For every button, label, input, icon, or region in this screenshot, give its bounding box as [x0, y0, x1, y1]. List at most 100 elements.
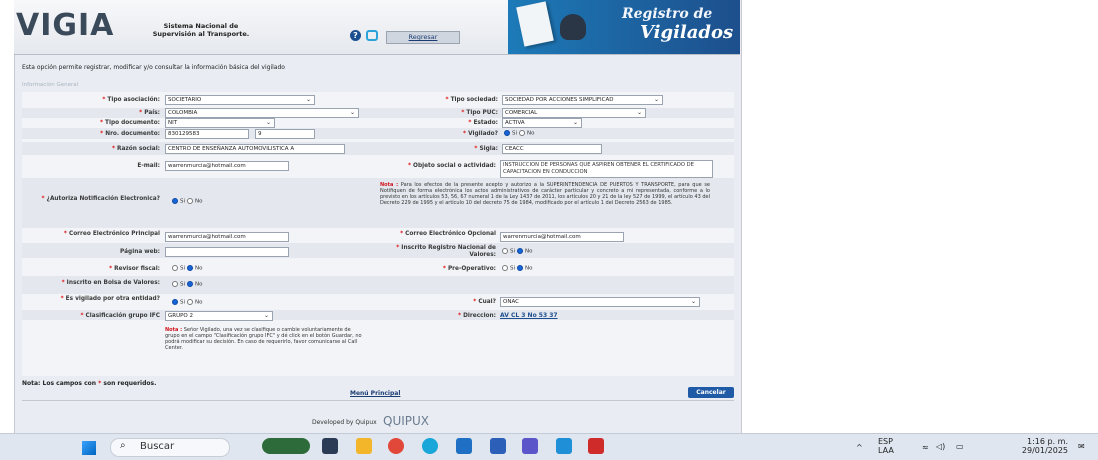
pre-operativo-radio-group: Si No	[500, 265, 533, 272]
vigilado-otra-label: * Es vigilado por otra entidad?	[60, 296, 160, 302]
digito-verificacion-input[interactable]: 9	[255, 129, 315, 139]
divider	[22, 400, 734, 401]
vigilado-si-radio[interactable]	[504, 130, 510, 136]
chevron-down-icon: ⌄	[690, 298, 696, 305]
vigilado-otra-si-radio[interactable]	[172, 299, 178, 305]
banner-title-line2: Vigilados	[640, 22, 734, 43]
chevron-down-icon: ⌄	[265, 119, 271, 126]
autoriza-label: * ¿Autoriza Notificación Electronica?	[41, 196, 160, 202]
edge-icon[interactable]	[422, 438, 438, 454]
pre-operativo-no-radio[interactable]	[517, 265, 524, 271]
pagina-web-input[interactable]	[165, 247, 289, 257]
tipo-sociedad-label: * Tipo sociedad:	[445, 97, 498, 103]
windows-start-icon[interactable]	[82, 441, 96, 455]
estado-label: * Estado:	[468, 120, 498, 126]
correo-opcional-label: * Correo Electrónico Opcional	[400, 231, 496, 237]
intro-text: Esta opción permite registrar, modificar…	[22, 64, 285, 71]
pre-operativo-label: * Pre-Operativo:	[442, 266, 496, 272]
email-input[interactable]: warrenmurcia@hotmail.com	[165, 161, 289, 171]
pre-operativo-si-radio[interactable]	[502, 265, 508, 271]
wifi-icon[interactable]: ≈	[922, 443, 929, 452]
correo-opcional-input[interactable]: warrenmurcia@hotmail.com	[500, 232, 624, 242]
chevron-down-icon: ⌄	[572, 119, 578, 126]
taskbar-search-label: Buscar	[140, 441, 175, 452]
language-indicator[interactable]: ESP LAA	[878, 437, 894, 455]
chevron-up-icon[interactable]: ^	[856, 443, 863, 452]
revisor-fiscal-no-radio[interactable]	[187, 265, 194, 271]
correo-principal-label: * Correo Electrónico Principal	[63, 231, 160, 237]
sigla-label: * Sigla:	[474, 146, 498, 152]
regresar-button[interactable]: Regresar	[386, 31, 460, 44]
person-icon	[560, 14, 586, 40]
registro-valores-si-radio[interactable]	[502, 248, 508, 254]
registro-valores-radio-group: Si No	[500, 248, 533, 255]
bolsa-valores-si-radio[interactable]	[172, 281, 178, 287]
bolsa-valores-radio-group: Si No	[170, 281, 203, 288]
developed-by: Developed by Quipux	[312, 419, 377, 426]
tipo-puc-select[interactable]: COMERCIAL ⌄	[502, 108, 646, 118]
direccion-link[interactable]: AV CL 3 No 53 37	[500, 312, 558, 319]
teams-icon[interactable]	[522, 438, 538, 454]
razon-social-label: * Razón social:	[111, 146, 160, 152]
cual-label: * Cual?	[473, 299, 496, 305]
revisor-fiscal-label: * Revisor fiscal:	[109, 266, 160, 272]
autoriza-si-radio[interactable]	[172, 198, 178, 204]
correo-principal-input[interactable]: warrenmurcia@hotmail.com	[165, 232, 289, 242]
vigilado-no-radio[interactable]	[519, 130, 526, 136]
file-explorer-icon[interactable]	[356, 438, 372, 454]
system-title: Sistema Nacional de Supervisión al Trans…	[152, 22, 250, 38]
bolsa-valores-no-radio[interactable]	[187, 281, 194, 287]
section-title: Información General	[22, 82, 79, 88]
vigilado-label: * Vigilado?	[463, 131, 498, 137]
tipo-sociedad-select[interactable]: SOCIEDAD POR ACCIONES SIMPLIFICAD ⌄	[502, 95, 663, 105]
pais-label: * País:	[139, 110, 160, 116]
notification-icon[interactable]: ✉	[1078, 442, 1085, 451]
objeto-social-textarea[interactable]: INSTRUCCION DE PERSONAS QUE ASPIREN OBTE…	[500, 160, 713, 178]
widget-icon[interactable]	[262, 438, 310, 454]
razon-social-input[interactable]: CENTRO DE ENSEÑANZA AUTOMOVILISTICA A	[165, 144, 345, 154]
pagina-web-label: Página web:	[120, 249, 160, 255]
tipo-documento-label: * Tipo documento:	[99, 120, 160, 126]
acrobat-icon[interactable]	[588, 438, 604, 454]
objeto-social-label: * Objeto social o actividad:	[407, 163, 496, 169]
chevron-down-icon: ⌄	[653, 96, 659, 103]
clasificacion-ifc-select[interactable]: GRUPO 2 ⌄	[165, 311, 273, 321]
pais-select[interactable]: COLOMBIA ⌄	[165, 108, 359, 118]
help-icon[interactable]: ?	[350, 30, 361, 41]
cancel-button[interactable]: Cancelar	[688, 387, 734, 398]
nota-ifc: Nota : Señor Vigilado, una vez se clasif…	[165, 327, 362, 351]
vigilado-otra-no-radio[interactable]	[187, 299, 194, 305]
chrome-icon[interactable]	[388, 438, 404, 454]
cual-select[interactable]: ONAC ⌄	[500, 297, 700, 307]
chevron-down-icon: ⌄	[349, 109, 355, 116]
vigilado-otra-radio-group: Si No	[170, 299, 203, 306]
revisor-fiscal-radio-group: Si No	[170, 265, 203, 272]
chevron-down-icon: ⌄	[636, 109, 642, 116]
outlook-icon[interactable]	[556, 438, 572, 454]
tipo-asociacion-select[interactable]: SOCIETARIO ⌄	[165, 95, 315, 105]
sigla-input[interactable]: CEACC	[502, 144, 602, 154]
search-icon: ⌕	[120, 440, 126, 451]
direccion-label: * Direccion:	[458, 313, 496, 319]
estado-select[interactable]: ACTIVA ⌄	[502, 118, 582, 128]
nro-documento-input[interactable]: 830129583	[165, 129, 249, 139]
word-icon[interactable]	[490, 438, 506, 454]
tipo-asociacion-label: * Tipo asociación:	[102, 97, 160, 103]
autoriza-no-radio[interactable]	[187, 198, 194, 204]
battery-icon[interactable]: ▭	[956, 442, 964, 451]
task-view-icon[interactable]	[322, 438, 338, 454]
registro-valores-no-radio[interactable]	[517, 248, 524, 254]
nota-autoriza: Nota : Para los efectos de la presente a…	[380, 182, 711, 206]
email-label: E-mail:	[137, 163, 160, 169]
clock[interactable]: 1:16 p. m. 29/01/2025	[1002, 437, 1068, 455]
volume-icon[interactable]: ◁)	[936, 442, 945, 451]
store-icon[interactable]	[456, 438, 472, 454]
menu-principal-link[interactable]: Menú Principal	[350, 390, 400, 397]
bolsa-valores-label: * Inscrito en Bolsa de Valores:	[61, 280, 160, 286]
chevron-down-icon: ⌄	[305, 96, 311, 103]
home-icon[interactable]	[366, 30, 378, 41]
tipo-documento-select[interactable]: NIT ⌄	[165, 118, 275, 128]
tipo-puc-label: * Tipo PUC:	[461, 110, 498, 116]
revisor-fiscal-si-radio[interactable]	[172, 265, 178, 271]
registro-valores-label: * Inscrito Registro Nacional de Valores:	[396, 245, 496, 258]
